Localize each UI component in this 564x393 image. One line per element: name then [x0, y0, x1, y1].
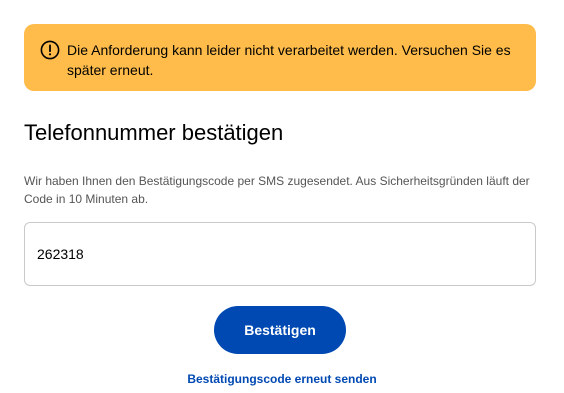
verification-code-input[interactable] — [24, 222, 536, 286]
page-title: Telefonnummer bestätigen — [24, 120, 284, 145]
resend-code-link[interactable]: Bestätigungscode erneut senden — [0, 371, 564, 387]
confirm-button[interactable]: Bestätigen — [214, 306, 346, 354]
verification-page: Die Anforderung kann leider nicht verarb… — [0, 0, 564, 393]
error-alert: Die Anforderung kann leider nicht verarb… — [24, 24, 536, 91]
exclamation-circle-icon — [40, 40, 60, 60]
alert-message: Die Anforderung kann leider nicht verarb… — [67, 42, 511, 78]
page-description: Wir haben Ihnen den Bestätigungscode per… — [24, 174, 530, 206]
